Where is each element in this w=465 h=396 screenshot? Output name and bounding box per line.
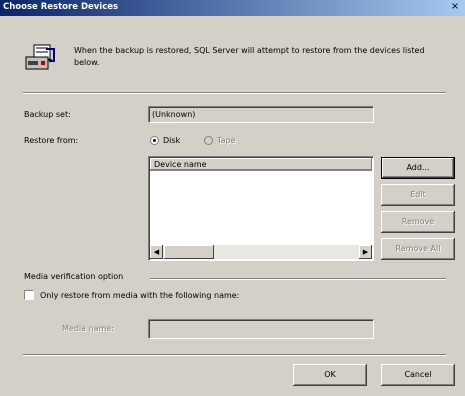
header-divider xyxy=(23,92,446,94)
backup-set-label: Backup set: xyxy=(24,110,71,119)
remove-all-button[interactable]: Remove All xyxy=(381,238,455,260)
tape-radio[interactable] xyxy=(204,136,213,145)
only-restore-checkbox[interactable] xyxy=(24,290,34,300)
media-verification-group-label: Media verification option xyxy=(24,272,124,281)
restore-device-icon xyxy=(24,43,58,75)
footer-divider xyxy=(23,354,446,356)
column-header-device-name[interactable]: Device name xyxy=(150,158,372,171)
scroll-right-icon[interactable]: ▶ xyxy=(359,245,372,259)
only-restore-checkbox-label[interactable]: Only restore from media with the followi… xyxy=(40,291,239,300)
scroll-left-icon[interactable]: ◀ xyxy=(150,245,163,259)
edit-button[interactable]: Edit xyxy=(381,184,455,206)
media-name-input[interactable] xyxy=(148,319,374,339)
horizontal-scrollbar[interactable]: ◀ ▶ xyxy=(150,245,372,259)
tape-radio-label[interactable]: Tape xyxy=(217,136,235,145)
backup-set-field: (Unknown) xyxy=(148,106,374,123)
ok-button[interactable]: OK xyxy=(293,364,367,386)
device-list[interactable]: Device name ◀ ▶ xyxy=(148,156,374,261)
close-icon[interactable]: × xyxy=(449,1,461,13)
scroll-thumb[interactable] xyxy=(164,245,214,259)
add-button[interactable]: Add... xyxy=(381,157,455,179)
header-message: When the backup is restored, SQL Server … xyxy=(74,46,425,67)
cancel-button[interactable]: Cancel xyxy=(381,364,455,386)
title-bar[interactable]: Choose Restore Devices × xyxy=(0,0,465,16)
disk-radio-label[interactable]: Disk xyxy=(163,136,180,145)
remove-button[interactable]: Remove xyxy=(381,211,455,233)
window-title: Choose Restore Devices xyxy=(3,2,119,12)
restore-from-label: Restore from: xyxy=(24,136,79,145)
media-name-label: Media name: xyxy=(62,324,114,333)
disk-radio[interactable] xyxy=(150,136,159,145)
media-verification-divider xyxy=(150,278,446,280)
